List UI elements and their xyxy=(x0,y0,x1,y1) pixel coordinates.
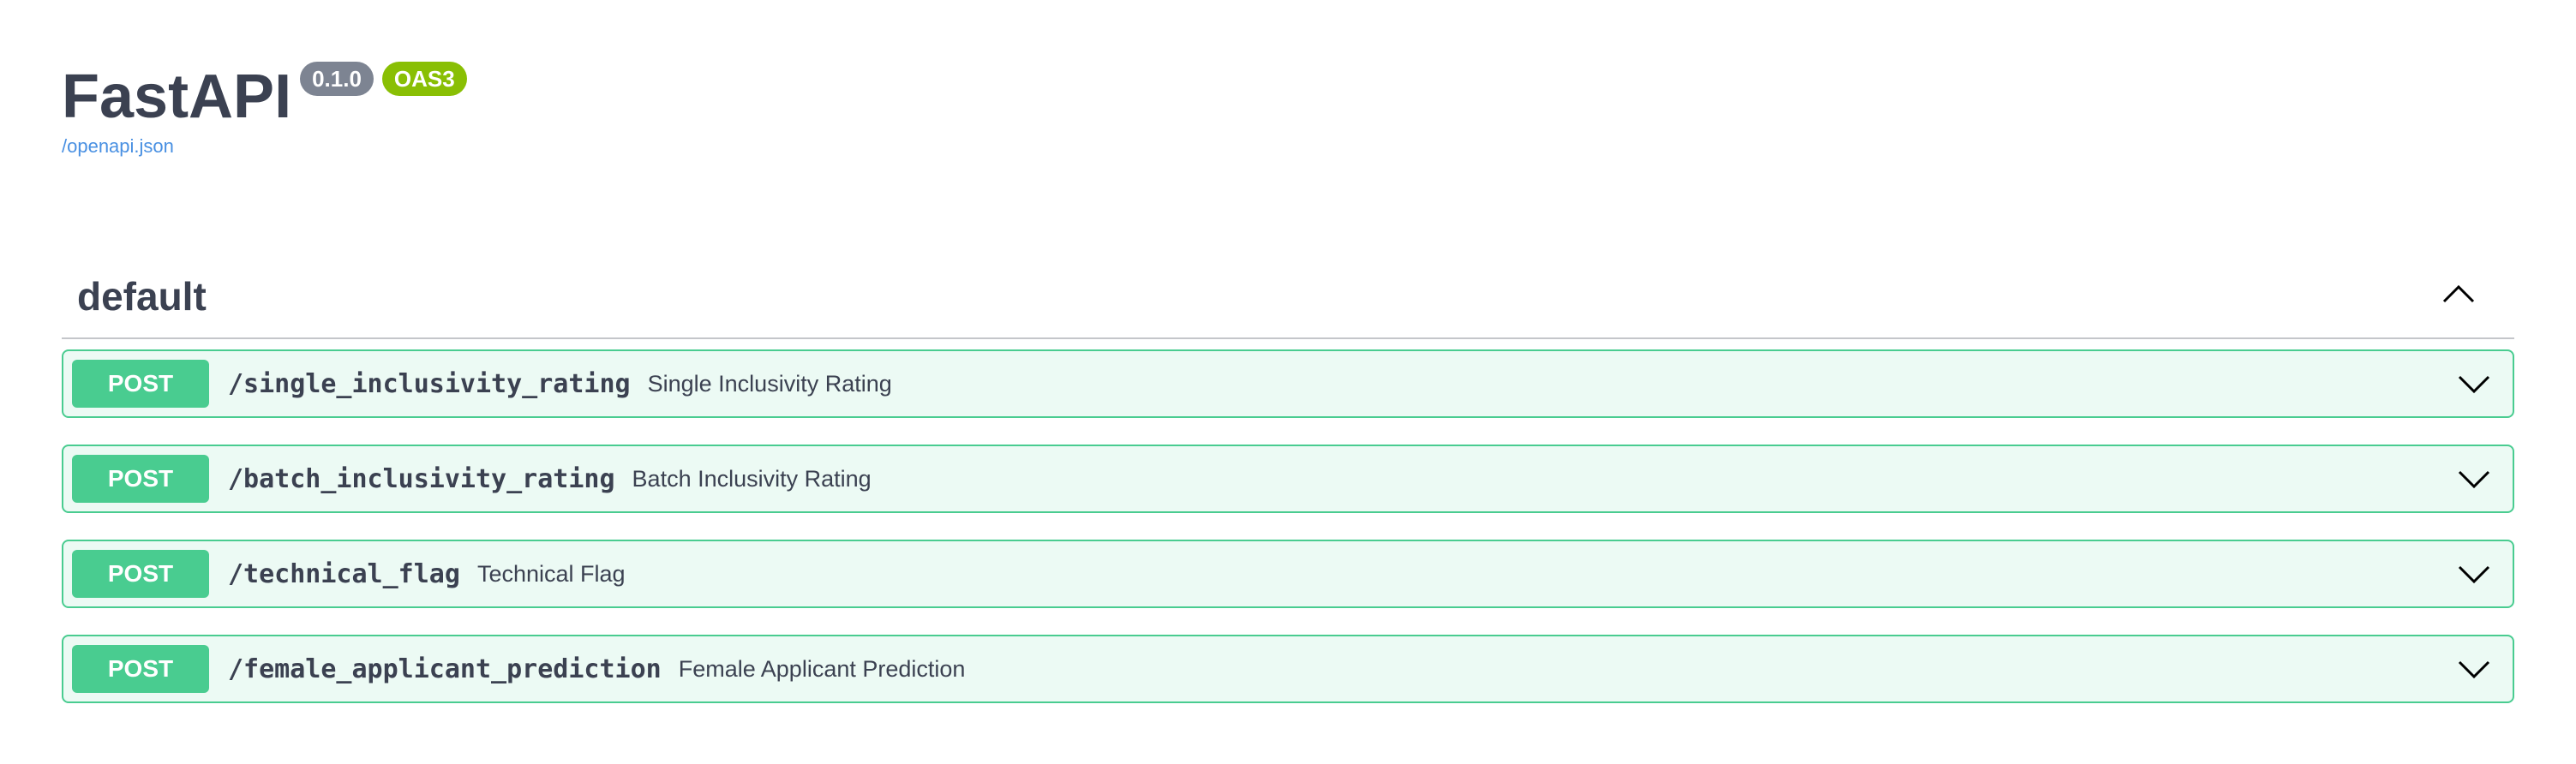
api-info: FastAPI 0.1.0 OAS3 /openapi.json xyxy=(62,60,467,158)
operation-summary: Technical Flag xyxy=(476,560,626,587)
expand-button[interactable] xyxy=(2453,553,2495,596)
method-badge: POST xyxy=(72,550,209,598)
operations-list: POST /single_inclusivity_rating Single I… xyxy=(62,349,2514,730)
title-row: FastAPI 0.1.0 OAS3 xyxy=(62,60,467,134)
tag-title: default xyxy=(77,274,207,319)
operation-path: /female_applicant_prediction xyxy=(228,654,662,684)
tag-section-header[interactable]: default xyxy=(62,255,2514,339)
method-badge: POST xyxy=(72,645,209,693)
chevron-up-icon xyxy=(2442,284,2475,303)
chevron-down-icon xyxy=(2458,565,2490,584)
oas-badge: OAS3 xyxy=(381,62,467,96)
chevron-down-icon xyxy=(2458,375,2490,394)
operation-row[interactable]: POST /technical_flag Technical Flag xyxy=(62,540,2514,608)
version-badge: 0.1.0 xyxy=(300,62,374,96)
operation-path: /technical_flag xyxy=(228,558,460,589)
chevron-down-icon xyxy=(2458,660,2490,679)
operation-summary: Batch Inclusivity Rating xyxy=(632,465,872,492)
chevron-down-icon xyxy=(2458,470,2490,489)
operation-path: /batch_inclusivity_rating xyxy=(228,463,615,494)
operation-row[interactable]: POST /batch_inclusivity_rating Batch Inc… xyxy=(62,445,2514,513)
operation-summary: Single Inclusivity Rating xyxy=(647,370,892,397)
expand-button[interactable] xyxy=(2453,363,2495,406)
operation-summary: Female Applicant Prediction xyxy=(678,655,966,682)
operation-row[interactable]: POST /female_applicant_prediction Female… xyxy=(62,635,2514,703)
expand-button[interactable] xyxy=(2453,458,2495,501)
operation-row[interactable]: POST /single_inclusivity_rating Single I… xyxy=(62,349,2514,418)
openapi-json-link[interactable]: /openapi.json xyxy=(62,135,467,158)
collapse-button[interactable] xyxy=(2437,272,2480,315)
api-title: FastAPI xyxy=(62,63,292,131)
expand-button[interactable] xyxy=(2453,648,2495,691)
method-badge: POST xyxy=(72,360,209,408)
method-badge: POST xyxy=(72,455,209,503)
operation-path: /single_inclusivity_rating xyxy=(228,368,631,399)
